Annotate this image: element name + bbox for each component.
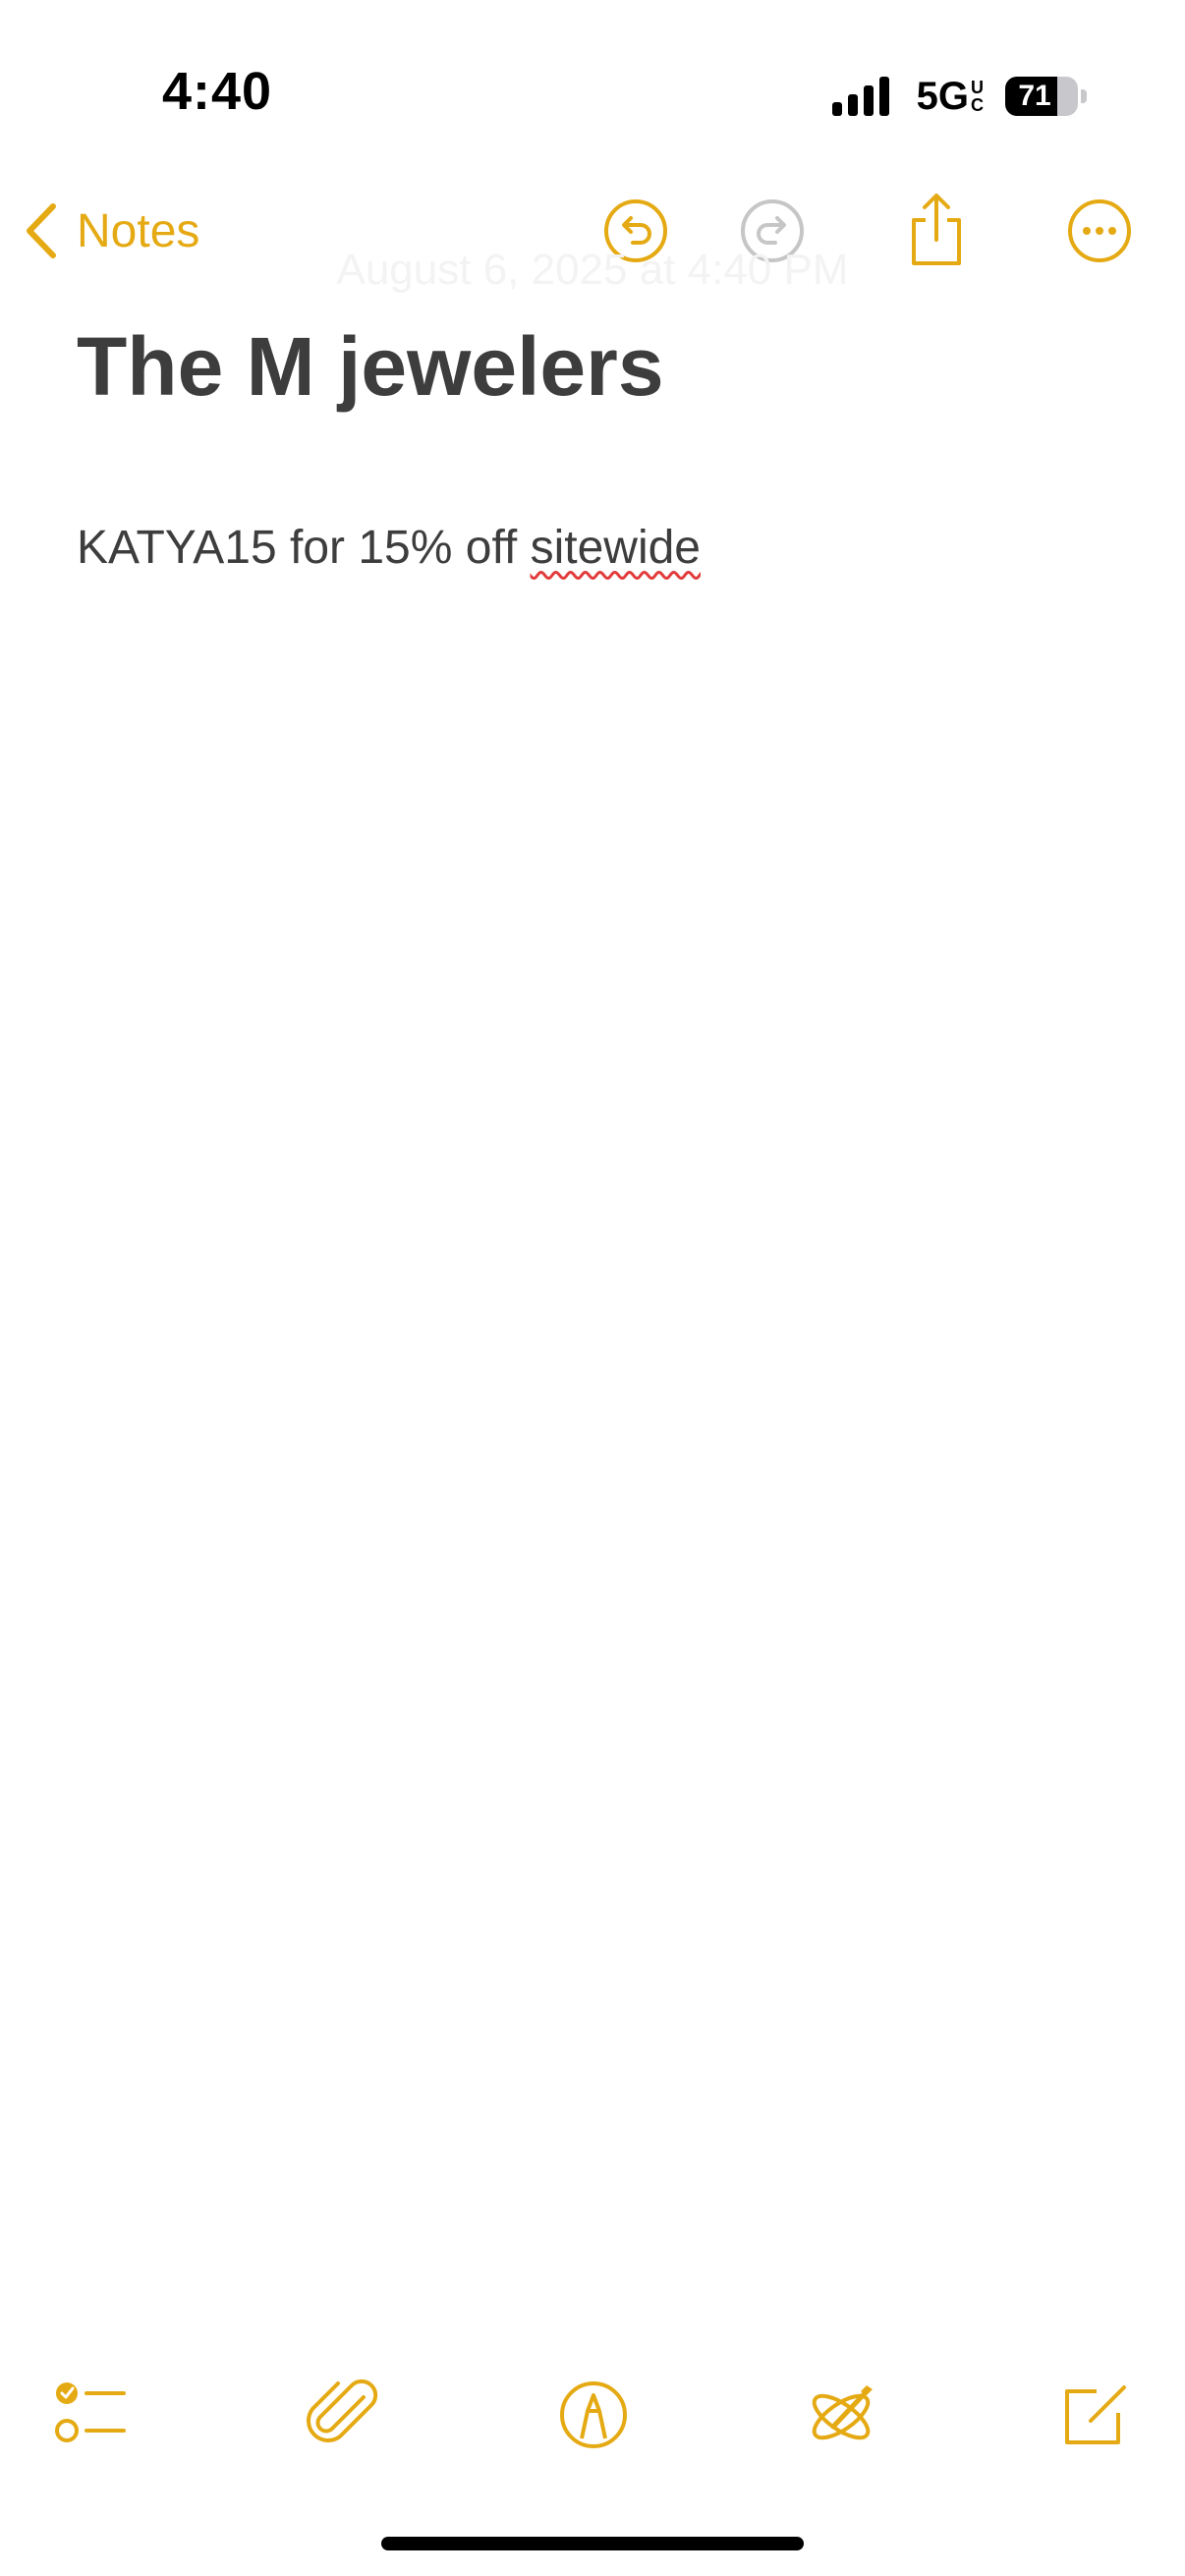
writing-tools-button[interactable] (804, 2378, 878, 2452)
cellular-signal-icon (831, 77, 895, 116)
writing-tools-icon (812, 2385, 873, 2440)
markup-button[interactable] (556, 2378, 631, 2452)
attachment-button[interactable] (307, 2378, 381, 2452)
battery-icon: 71 (1005, 77, 1087, 116)
compose-icon (1065, 2385, 1126, 2444)
network-suffix-bottom: C (971, 95, 984, 115)
markup-icon (560, 2381, 627, 2448)
note-body-text: KATYA15 for 15% off (77, 522, 531, 574)
note-body[interactable]: KATYA15 for 15% off sitewide (77, 521, 701, 575)
battery-level: 71 (1018, 80, 1051, 112)
checklist-button[interactable] (53, 2378, 128, 2452)
status-time: 4:40 (162, 62, 273, 121)
checklist-icon (55, 2382, 126, 2442)
misspelled-word[interactable]: sitewide (531, 522, 701, 574)
attachment-icon (307, 2379, 378, 2442)
note-date: August 6, 2025 at 4:40 PM (336, 246, 849, 294)
home-indicator[interactable] (381, 2537, 804, 2550)
compose-button[interactable] (1057, 2378, 1132, 2452)
bottom-toolbar (0, 2368, 1185, 2456)
note-title[interactable]: The M jewelers (77, 319, 664, 415)
status-indicators: 5G U C 71 (831, 69, 1087, 124)
network-suffix-top: U (971, 78, 984, 97)
network-label: 5G (916, 74, 969, 118)
status-bar: 4:40 5G U C 71 (0, 0, 1185, 187)
network-type: 5G U C (917, 75, 984, 119)
network-suffix: U C (971, 79, 984, 114)
